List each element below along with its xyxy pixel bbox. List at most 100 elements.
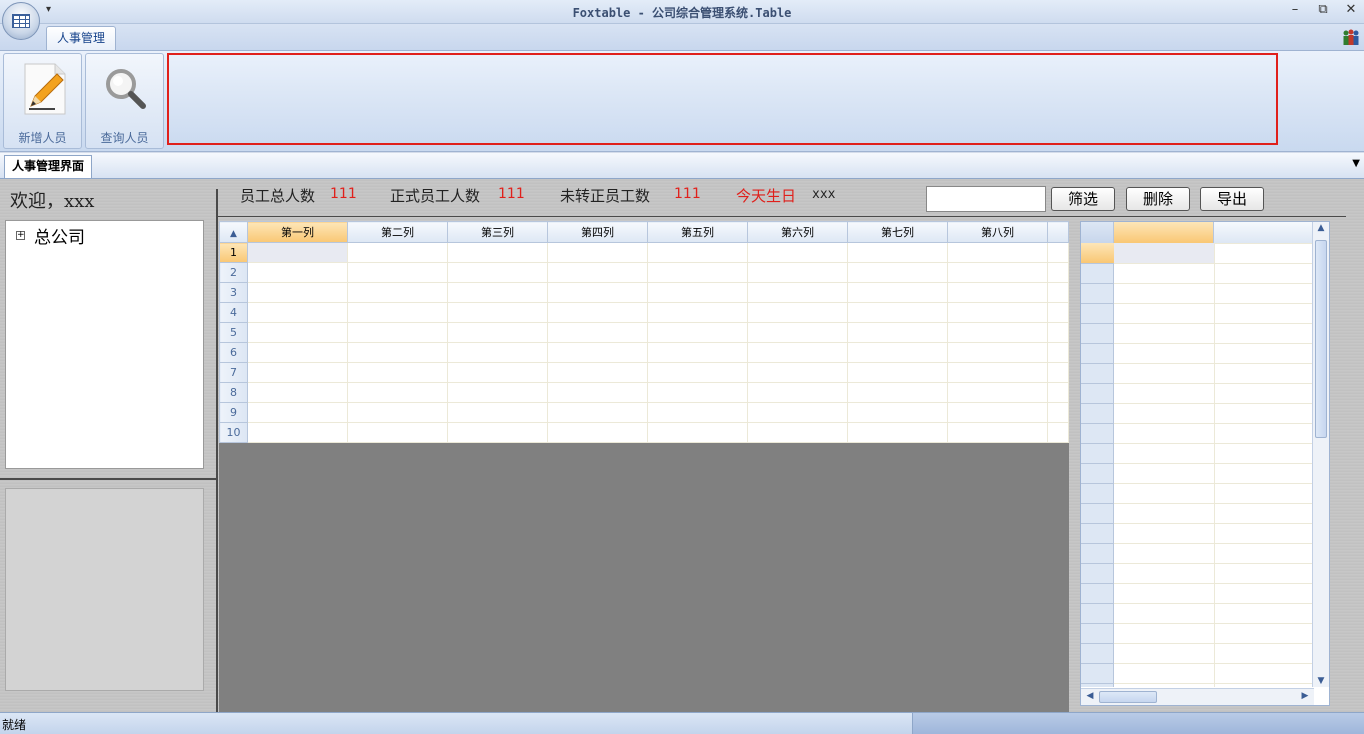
table-row[interactable]: 5 [219, 322, 1069, 343]
grid-cell[interactable] [1047, 422, 1069, 443]
grid-cell[interactable] [447, 422, 548, 443]
table-row[interactable]: 6 [219, 342, 1069, 363]
grid-cell[interactable] [347, 242, 448, 263]
table-row[interactable]: 4 [219, 302, 1069, 323]
org-tree[interactable]: + 总公司 [5, 220, 204, 469]
grid-cell[interactable] [247, 362, 348, 383]
grid-cell[interactable] [547, 242, 648, 263]
grid-cell[interactable] [947, 282, 1048, 303]
grid-cell[interactable] [1047, 402, 1069, 423]
chevron-down-icon[interactable]: ▼ [1352, 158, 1360, 169]
grid-column-header[interactable]: 第二列 [347, 221, 448, 243]
row-header[interactable]: 5 [219, 322, 248, 343]
row-header[interactable]: 7 [219, 362, 248, 383]
grid-cell[interactable] [547, 262, 648, 283]
grid-cell[interactable] [347, 342, 448, 363]
grid-cell[interactable] [947, 342, 1048, 363]
tab-personnel-view[interactable]: 人事管理界面 [4, 155, 92, 178]
grid-cell[interactable] [847, 362, 948, 383]
row-header[interactable]: 8 [219, 382, 248, 403]
grid-column-header[interactable]: 第八列 [947, 221, 1048, 243]
grid-cell[interactable] [247, 302, 348, 323]
grid-cell[interactable] [647, 322, 748, 343]
grid-cell[interactable] [647, 362, 748, 383]
row-header[interactable]: 10 [219, 422, 248, 443]
grid-cell[interactable] [847, 262, 948, 283]
grid-cell[interactable] [947, 422, 1048, 443]
table-row[interactable]: 9 [219, 402, 1069, 423]
grid-column-header[interactable]: 第三列 [447, 221, 548, 243]
row-header[interactable]: 6 [219, 342, 248, 363]
table-row[interactable]: 10 [219, 422, 1069, 443]
grid-cell[interactable] [847, 322, 948, 343]
detail-grid[interactable]: ▲ ▼ ◀ ▶ [1080, 221, 1330, 706]
grid-cell[interactable] [547, 362, 648, 383]
grid-cell[interactable] [447, 302, 548, 323]
grid-cell[interactable] [847, 242, 948, 263]
scroll-left-icon[interactable]: ◀ [1082, 691, 1098, 701]
grid-cell[interactable] [547, 302, 648, 323]
horizontal-scroll-thumb[interactable] [1099, 691, 1157, 703]
grid-cell[interactable] [247, 282, 348, 303]
grid-cell[interactable] [347, 382, 448, 403]
grid-cell[interactable] [247, 342, 348, 363]
grid-column-header[interactable]: 第五列 [647, 221, 748, 243]
grid-cell[interactable] [847, 282, 948, 303]
grid-column-header[interactable]: 第一列 [247, 221, 348, 243]
grid-cell[interactable] [1047, 362, 1069, 383]
grid-cell[interactable] [1047, 302, 1069, 323]
grid-cell[interactable] [747, 322, 848, 343]
grid-cell[interactable] [847, 302, 948, 323]
row-header[interactable]: 3 [219, 282, 248, 303]
grid-cell[interactable] [647, 262, 748, 283]
grid-cell[interactable] [547, 382, 648, 403]
grid-cell[interactable] [647, 382, 748, 403]
grid-cell[interactable] [1047, 282, 1069, 303]
grid-cell[interactable] [347, 362, 448, 383]
grid-cell[interactable] [547, 322, 648, 343]
grid-cell[interactable] [747, 362, 848, 383]
grid-cell[interactable] [747, 282, 848, 303]
table-row[interactable]: 2 [219, 262, 1069, 283]
vertical-scrollbar[interactable]: ▲ ▼ [1312, 222, 1329, 687]
table-row[interactable]: 3 [219, 282, 1069, 303]
export-button[interactable]: 导出 [1200, 187, 1264, 211]
filter-input[interactable] [926, 186, 1046, 212]
grid-cell[interactable] [747, 402, 848, 423]
row-header[interactable]: 1 [219, 242, 248, 263]
grid-cell[interactable] [547, 422, 648, 443]
table-row[interactable]: 8 [219, 382, 1069, 403]
grid-cell[interactable] [447, 322, 548, 343]
grid-cell[interactable] [947, 402, 1048, 423]
grid-cell[interactable] [347, 262, 448, 283]
grid-column-header[interactable]: 第四列 [547, 221, 648, 243]
grid-cell[interactable] [247, 322, 348, 343]
minimize-icon[interactable]: – [1288, 2, 1302, 17]
grid-cell[interactable] [1047, 342, 1069, 363]
grid-cell[interactable] [747, 342, 848, 363]
grid-cell[interactable] [347, 422, 448, 443]
grid-cell[interactable] [647, 302, 748, 323]
grid-cell[interactable] [247, 262, 348, 283]
scroll-up-icon[interactable]: ▲ [1313, 223, 1329, 233]
table-row[interactable]: 7 [219, 362, 1069, 383]
grid-cell[interactable] [1047, 322, 1069, 343]
detail-grid-selected-cell[interactable] [1114, 243, 1214, 263]
main-grid[interactable]: ▲ 第一列 第二列 第三列 第四列 第五列 第六列 第七列 第八列 1 2 3 4 5 6 7 8 9 10 [219, 221, 1069, 443]
grid-cell[interactable] [947, 362, 1048, 383]
grid-cell[interactable] [1047, 382, 1069, 403]
grid-cell[interactable] [747, 422, 848, 443]
detail-grid-selected-row-header[interactable] [1081, 243, 1114, 263]
tab-personnel[interactable]: 人事管理 [46, 26, 116, 51]
grid-cell[interactable] [947, 382, 1048, 403]
grid-cell[interactable] [347, 282, 448, 303]
restore-icon[interactable]: ⧉ [1316, 2, 1330, 17]
detail-grid-selected-column-header[interactable] [1114, 222, 1214, 243]
vertical-scroll-thumb[interactable] [1315, 240, 1327, 438]
users-icon[interactable] [1342, 28, 1360, 46]
grid-cell[interactable] [547, 342, 648, 363]
horizontal-scrollbar[interactable]: ◀ ▶ [1081, 688, 1314, 705]
row-header[interactable]: 9 [219, 402, 248, 423]
grid-cell[interactable] [547, 402, 648, 423]
grid-cell[interactable] [347, 402, 448, 423]
